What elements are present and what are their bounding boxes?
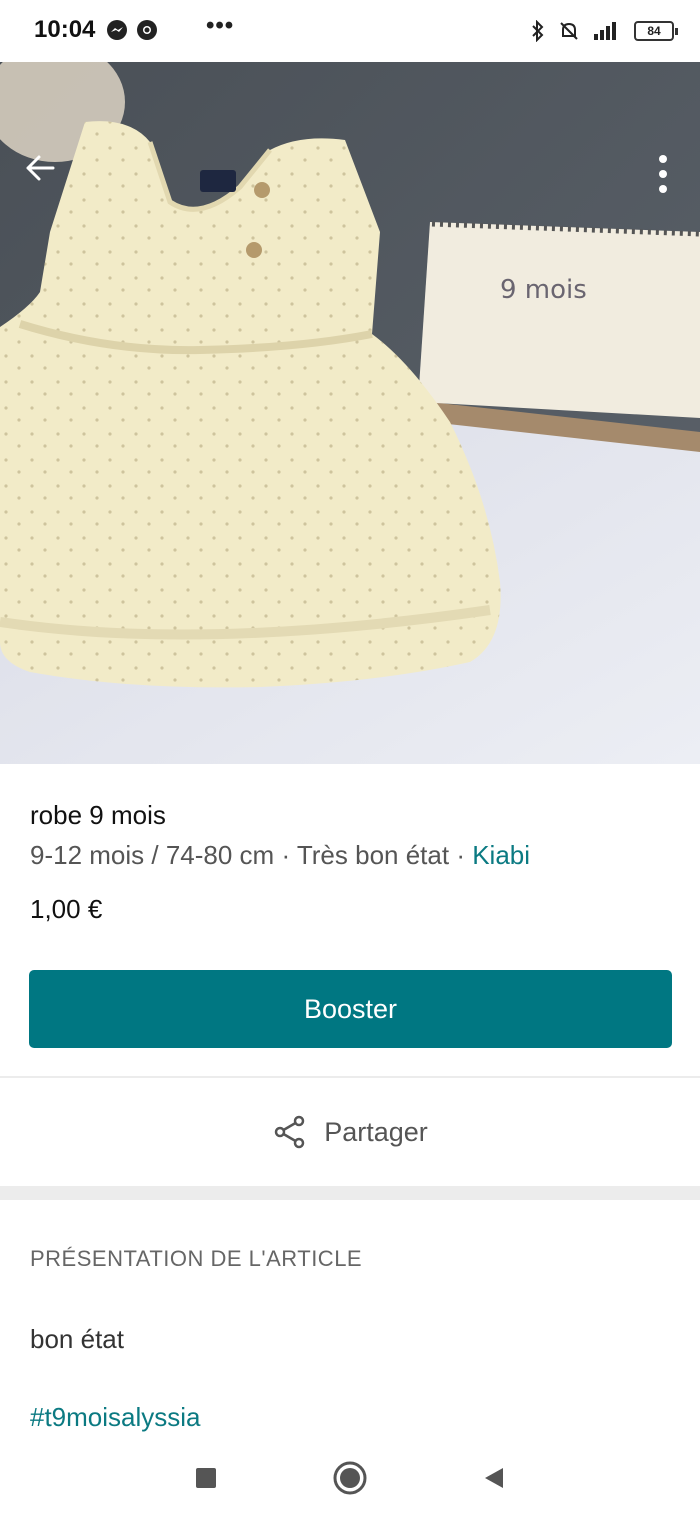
share-button[interactable]: Partager [0,1080,700,1184]
item-brand-link[interactable]: Kiabi [472,840,530,870]
section-title: PRÉSENTATION DE L'ARTICLE [30,1246,363,1271]
nav-back-button[interactable] [472,1456,516,1500]
details-separator: · [274,840,297,870]
nav-back-icon [485,1468,503,1488]
booster-button[interactable]: Booster [29,970,672,1048]
item-size: 9-12 mois / 74-80 cm [30,840,275,870]
item-title: robe 9 mois [30,800,166,830]
recents-button[interactable] [184,1456,228,1500]
share-icon [274,1115,305,1149]
more-options-button[interactable] [648,150,678,198]
battery-level: 84 [647,24,661,38]
status-right: 84 [530,16,678,46]
item-condition: Très bon état [296,840,450,870]
details-separator: · [449,840,473,870]
system-nav-bar [0,1436,700,1518]
product-photo[interactable]: 9 mois [0,62,700,764]
product-image: 9 mois [0,62,700,764]
hashtag-link[interactable]: #t9moisalyssia [30,1402,201,1433]
chrome-icon [137,20,157,40]
status-bar: 10:04 ••• 84 [0,0,700,62]
battery-icon: 84 [634,21,678,41]
bluetooth-icon [532,20,544,42]
messenger-icon [107,20,127,40]
more-notifications: ••• [206,12,235,39]
nav-home-icon [333,1461,367,1495]
back-arrow-icon [26,155,55,181]
divider [0,1076,700,1078]
mute-icon [560,22,578,40]
more-vertical-icon [659,155,667,193]
status-time: 10:04 [34,16,96,43]
note-text: 9 mois [500,275,587,305]
home-button[interactable] [328,1456,372,1500]
nav-square-icon [196,1468,216,1488]
share-label: Partager [324,1116,428,1147]
item-description: bon état [30,1324,124,1354]
signal-icon [594,22,616,40]
back-button[interactable] [14,142,66,194]
item-price: 1,00 € [30,894,103,924]
item-details: 9-12 mois / 74-80 cm · Très bon état · K… [30,840,530,871]
section-divider [0,1186,700,1200]
